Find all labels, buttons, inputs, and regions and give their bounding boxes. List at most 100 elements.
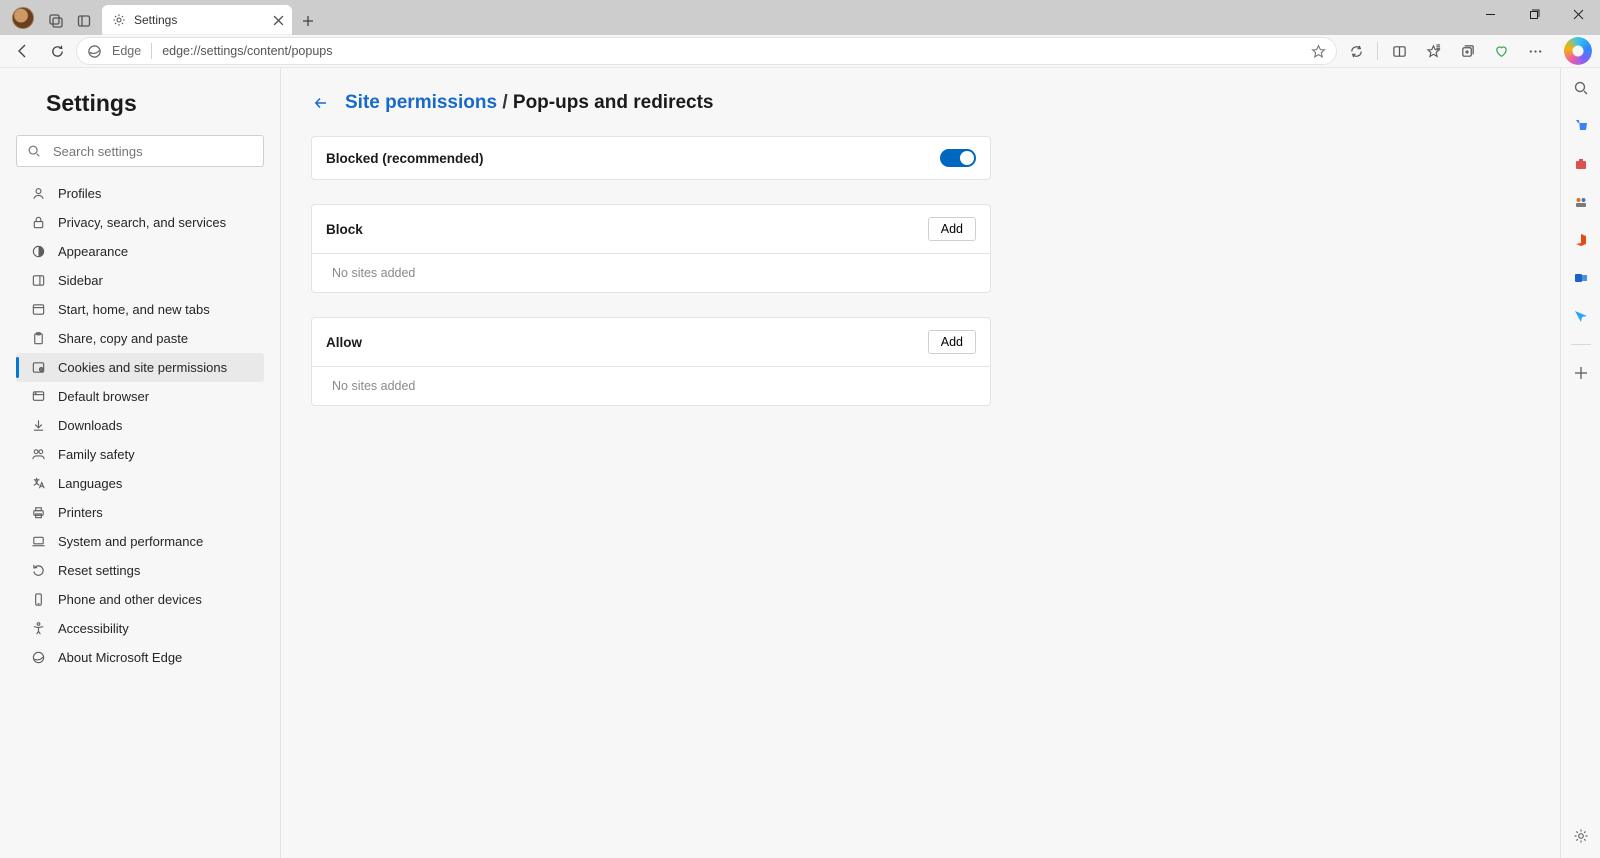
nav-sidebar[interactable]: Sidebar: [16, 266, 264, 295]
close-icon[interactable]: [273, 15, 284, 26]
blocked-label: Blocked (recommended): [326, 151, 484, 166]
language-icon: [30, 476, 46, 492]
extensions-sync-icon[interactable]: [1341, 37, 1371, 65]
sidebar-search-icon[interactable]: [1567, 74, 1595, 102]
sidebar-add-icon[interactable]: [1567, 359, 1595, 387]
nav-profiles[interactable]: Profiles: [16, 179, 264, 208]
window-controls: [1468, 0, 1600, 35]
nav-default-browser[interactable]: Default browser: [16, 382, 264, 411]
sidebar-games-icon[interactable]: [1567, 188, 1595, 216]
nav-label: About Microsoft Edge: [58, 650, 182, 665]
phone-icon: [30, 592, 46, 608]
tab-strip: Settings: [0, 0, 1600, 35]
sidebar-office-icon[interactable]: [1567, 226, 1595, 254]
minimize-button[interactable]: [1468, 0, 1512, 29]
address-bar[interactable]: Edge edge://settings/content/popups: [76, 37, 1337, 65]
sidebar-outlook-icon[interactable]: [1567, 264, 1595, 292]
back-button[interactable]: [8, 37, 38, 65]
edge-logo-icon: [87, 44, 102, 59]
profile-avatar[interactable]: [12, 7, 34, 29]
allow-header-row: Allow Add: [312, 318, 990, 367]
nav-label: Privacy, search, and services: [58, 215, 226, 230]
copilot-button[interactable]: [1564, 37, 1592, 65]
sidebar-tools-icon[interactable]: [1567, 150, 1595, 178]
nav-privacy[interactable]: Privacy, search, and services: [16, 208, 264, 237]
sidebar-settings-icon[interactable]: [1567, 822, 1595, 850]
more-menu-icon[interactable]: [1520, 37, 1550, 65]
settings-search[interactable]: [16, 135, 264, 167]
nav-downloads[interactable]: Downloads: [16, 411, 264, 440]
breadcrumb-current: Pop-ups and redirects: [513, 92, 714, 113]
browser-tab[interactable]: Settings: [102, 5, 292, 35]
block-add-button[interactable]: Add: [928, 217, 976, 241]
settings-nav-list: Profiles Privacy, search, and services A…: [16, 179, 264, 672]
nav-languages[interactable]: Languages: [16, 469, 264, 498]
separator: [151, 43, 152, 59]
address-url: edge://settings/content/popups: [162, 44, 1301, 58]
block-empty-text: No sites added: [312, 254, 990, 292]
nav-label: Reset settings: [58, 563, 140, 578]
nav-label: Start, home, and new tabs: [58, 302, 210, 317]
tab-actions-icon[interactable]: [70, 7, 98, 35]
nav-label: Downloads: [58, 418, 122, 433]
nav-system[interactable]: System and performance: [16, 527, 264, 556]
gear-icon: [112, 13, 126, 27]
laptop-icon: [30, 534, 46, 550]
breadcrumb-back-icon[interactable]: [311, 93, 331, 113]
nav-label: Share, copy and paste: [58, 331, 188, 346]
breadcrumb-parent-link[interactable]: Site permissions: [345, 92, 497, 113]
nav-reset[interactable]: Reset settings: [16, 556, 264, 585]
profile-icon: [30, 186, 46, 202]
favorites-icon[interactable]: [1418, 37, 1448, 65]
collections-icon[interactable]: [1452, 37, 1482, 65]
settings-sidebar: Settings Profiles Privacy, search, and s…: [0, 68, 281, 858]
nav-share[interactable]: Share, copy and paste: [16, 324, 264, 353]
workspaces-icon[interactable]: [42, 7, 70, 35]
settings-search-input[interactable]: [51, 143, 253, 160]
block-list-card: Block Add No sites added: [311, 204, 991, 293]
lock-icon: [30, 215, 46, 231]
nav-family[interactable]: Family safety: [16, 440, 264, 469]
edge-sidebar: [1560, 68, 1600, 858]
new-tab-button[interactable]: [294, 7, 322, 35]
printer-icon: [30, 505, 46, 521]
nav-label: Phone and other devices: [58, 592, 202, 607]
search-icon: [27, 144, 41, 158]
blocked-toggle[interactable]: [940, 149, 976, 167]
nav-label: Default browser: [58, 389, 149, 404]
maximize-button[interactable]: [1512, 0, 1556, 29]
nav-label: Sidebar: [58, 273, 103, 288]
nav-label: System and performance: [58, 534, 203, 549]
nav-cookies[interactable]: Cookies and site permissions: [16, 353, 264, 382]
accessibility-icon: [30, 621, 46, 637]
sidebar-icon: [30, 273, 46, 289]
cookie-icon: [30, 360, 46, 376]
sidebar-shopping-icon[interactable]: [1567, 112, 1595, 140]
favorite-star-icon[interactable]: [1311, 44, 1326, 59]
split-screen-icon[interactable]: [1384, 37, 1414, 65]
breadcrumb: Site permissions / Pop-ups and redirects: [345, 92, 714, 114]
blocked-row: Blocked (recommended): [312, 137, 990, 179]
browser-essentials-icon[interactable]: [1486, 37, 1516, 65]
close-window-button[interactable]: [1556, 0, 1600, 29]
nav-printers[interactable]: Printers: [16, 498, 264, 527]
nav-appearance[interactable]: Appearance: [16, 237, 264, 266]
allow-add-button[interactable]: Add: [928, 330, 976, 354]
reset-icon: [30, 563, 46, 579]
tab-title: Settings: [134, 13, 265, 27]
edge-icon: [30, 650, 46, 666]
nav-label: Appearance: [58, 244, 128, 259]
nav-about[interactable]: About Microsoft Edge: [16, 643, 264, 672]
nav-phone[interactable]: Phone and other devices: [16, 585, 264, 614]
allow-title: Allow: [326, 335, 362, 350]
toolbar: Edge edge://settings/content/popups: [0, 35, 1600, 68]
sidebar-drop-icon[interactable]: [1567, 302, 1595, 330]
nav-label: Cookies and site permissions: [58, 360, 227, 375]
toolbar-divider: [1377, 42, 1378, 60]
blocked-card: Blocked (recommended): [311, 136, 991, 180]
nav-start[interactable]: Start, home, and new tabs: [16, 295, 264, 324]
nav-label: Printers: [58, 505, 103, 520]
refresh-button[interactable]: [42, 37, 72, 65]
appearance-icon: [30, 244, 46, 260]
nav-accessibility[interactable]: Accessibility: [16, 614, 264, 643]
